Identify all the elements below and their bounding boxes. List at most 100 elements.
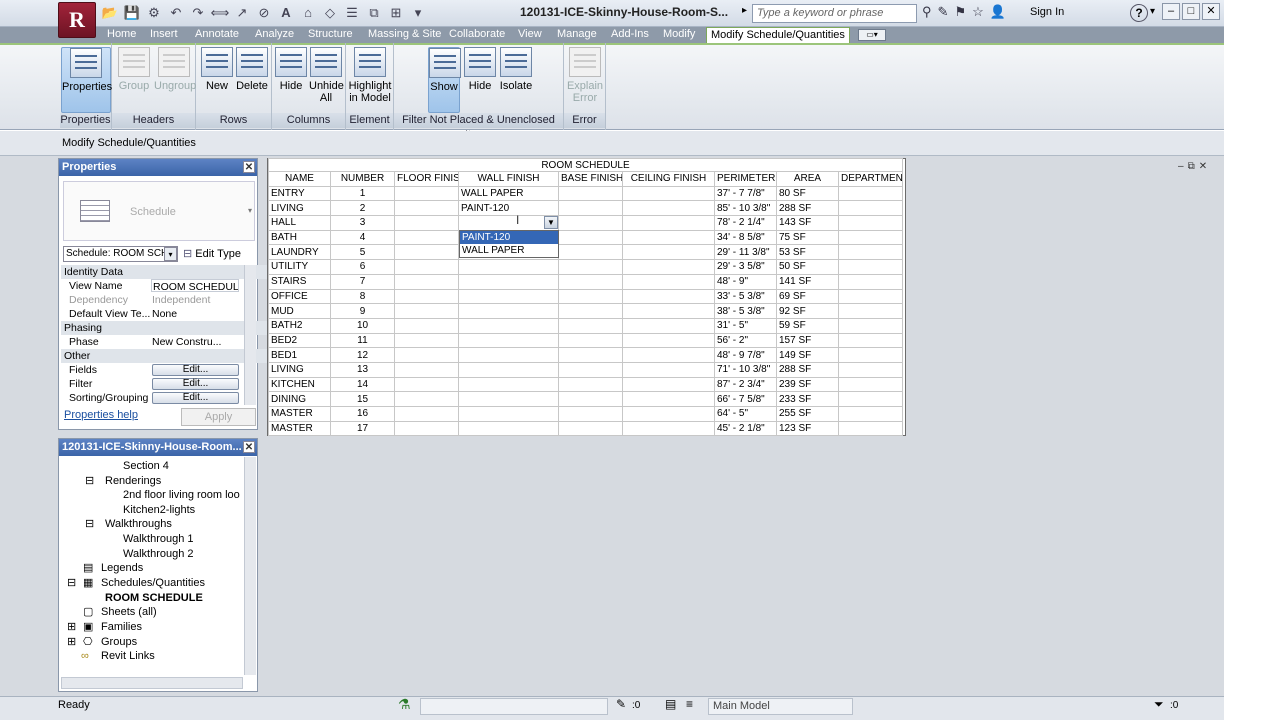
column-header[interactable]: CEILING FINISH [622,171,715,187]
expander-icon[interactable]: ⊟ [85,474,94,488]
table-cell[interactable] [558,332,623,349]
table-cell[interactable] [558,288,623,305]
table-cell[interactable] [838,317,903,334]
table-cell[interactable]: 5 [330,244,395,261]
tree-node[interactable]: Revit Links [101,649,155,663]
table-cell[interactable] [838,215,903,231]
table-cell[interactable] [558,185,623,202]
worksets-icon[interactable]: ⚗ [398,696,411,713]
tree-node[interactable]: Walkthrough 2 [123,547,194,561]
column-header[interactable]: BASE FINISH [558,171,623,187]
table-cell[interactable] [622,229,715,246]
tree-node[interactable]: 2nd floor living room loo [123,488,240,502]
table-cell[interactable]: 15 [330,391,395,407]
minimize-icon[interactable]: ‒ [1162,3,1180,20]
table-cell[interactable] [838,376,903,393]
table-cell[interactable] [622,376,715,393]
explain-error-button[interactable]: Explain Error [566,47,604,104]
restore-icon[interactable]: ⧉ [1188,161,1195,172]
application-menu-button[interactable]: R [58,2,96,38]
table-cell[interactable]: 14 [330,376,395,393]
table-cell[interactable] [394,185,459,202]
filter-edit-button[interactable]: Edit... [152,378,239,390]
table-cell[interactable] [838,406,903,422]
delete-row-button[interactable]: Delete [234,47,270,92]
filter-icon[interactable]: ⏷ [1154,697,1164,712]
editing-requests-icon[interactable]: ✎ [616,697,626,711]
table-cell[interactable]: 255 SF [776,406,839,422]
browser-scrollbar[interactable] [244,457,256,675]
table-cell[interactable]: 1 [330,185,395,202]
ungroup-button[interactable]: Ungroup [154,47,196,92]
table-cell[interactable]: BED1 [268,347,331,363]
table-cell[interactable] [394,406,459,422]
table-cell[interactable]: 16 [330,406,395,422]
table-cell[interactable] [838,332,903,349]
table-cell[interactable] [558,244,623,261]
tree-node[interactable]: Section 4 [123,459,169,473]
expander-icon[interactable]: ⊞ [67,620,76,634]
table-cell[interactable] [838,391,903,407]
table-cell[interactable] [558,406,623,422]
communication-icon[interactable]: ✎ [938,4,949,20]
table-cell[interactable]: WALL PAPER [458,185,559,202]
table-cell[interactable] [394,215,459,231]
table-cell[interactable] [558,420,623,437]
chevron-down-icon[interactable]: ▼ [544,216,558,229]
table-cell[interactable]: 48' - 9" [714,273,777,290]
table-cell[interactable]: 288 SF [776,361,839,378]
table-cell[interactable] [394,376,459,393]
table-cell[interactable]: 80 SF [776,185,839,202]
table-cell[interactable]: BATH2 [268,317,331,334]
table-cell[interactable] [558,200,623,217]
table-cell[interactable] [622,185,715,202]
table-cell[interactable]: PAINT-120 [458,200,559,217]
table-cell[interactable] [622,347,715,363]
sync-icon[interactable]: ⚙ [144,5,164,21]
table-cell[interactable] [622,273,715,290]
column-header[interactable]: NUMBER [330,171,395,187]
edit-type-button[interactable]: ⊟ Edit Type [183,247,241,260]
thin-lines-icon[interactable]: ☰ [342,5,362,21]
design-option-selector[interactable]: Main Model [708,698,853,715]
table-cell[interactable]: 85' - 10 3/8" [714,200,777,217]
tab-annotate[interactable]: Annotate [191,27,243,43]
expand-arrow-icon[interactable]: ▸ [742,5,747,16]
close-hidden-icon[interactable]: ⧉ [364,5,384,21]
table-cell[interactable]: BATH [268,229,331,246]
table-cell[interactable] [394,361,459,378]
table-cell[interactable] [458,317,559,334]
tree-node[interactable]: Walkthrough 1 [123,532,194,546]
table-cell[interactable]: ENTRY [268,185,331,202]
save-icon[interactable]: 💾 [122,5,142,21]
table-cell[interactable]: 12 [330,347,395,363]
table-cell[interactable]: 7 [330,273,395,290]
table-cell[interactable] [558,303,623,319]
table-cell[interactable] [838,420,903,437]
tree-node[interactable]: Schedules/Quantities [101,576,205,590]
table-cell[interactable]: 71' - 10 3/8" [714,361,777,378]
tree-node[interactable]: Legends [101,561,143,575]
properties-help-link[interactable]: Properties help [64,409,138,421]
column-header[interactable]: FLOOR FINIS [394,171,459,187]
table-cell[interactable] [622,259,715,275]
ribbon-minimize-icon[interactable]: ▭▾ [858,29,886,41]
tab-view[interactable]: View [514,27,546,43]
table-cell[interactable] [458,420,559,437]
column-header[interactable]: DEPARTMENT [838,171,903,187]
table-cell[interactable]: 9 [330,303,395,319]
row-default-view-template[interactable]: Default View Te... None [61,307,301,321]
browser-h-scrollbar[interactable] [61,677,243,689]
table-cell[interactable]: 13 [330,361,395,378]
table-cell[interactable]: 37' - 7 7/8" [714,185,777,202]
table-cell[interactable]: 48' - 9 7/8" [714,347,777,363]
table-cell[interactable]: OFFICE [268,288,331,305]
3d-view-icon[interactable]: ⌂ [298,5,318,21]
column-header[interactable]: WALL FINISH [458,171,559,187]
switch-windows-icon[interactable]: ⊞ [386,5,406,21]
table-cell[interactable] [622,406,715,422]
table-cell[interactable] [622,391,715,407]
table-cell[interactable]: UTILITY [268,259,331,275]
expander-icon[interactable]: ⊟ [85,517,94,531]
group-button[interactable]: Group [116,47,152,92]
